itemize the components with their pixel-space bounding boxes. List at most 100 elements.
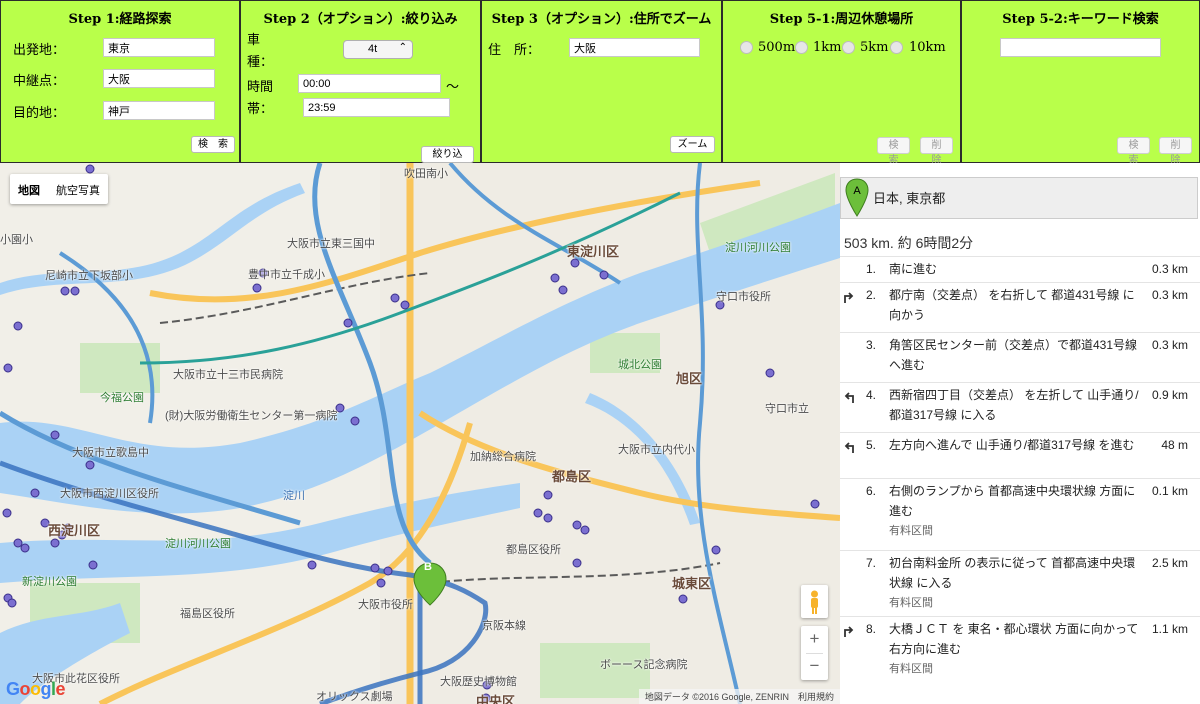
toll-note: 有料区間	[889, 663, 933, 675]
radio-10km-label: 10km	[909, 40, 946, 55]
radio-5km[interactable]	[842, 41, 855, 54]
map-label: 都島区	[552, 469, 592, 484]
address-input[interactable]	[569, 38, 700, 57]
step-number: 8.	[865, 622, 876, 636]
direction-step[interactable]: 1. 南に進む 0.3 km	[840, 256, 1200, 282]
map-label: (財)大阪労働衛生センター第一病院	[165, 410, 338, 422]
directions-start: A 日本, 東京都	[840, 177, 1198, 219]
map-label: 大阪市立内代小	[618, 444, 695, 456]
street-view-pegman-icon[interactable]	[801, 585, 828, 618]
map-label: 大阪市役所	[358, 599, 413, 611]
step-number: 5.	[865, 438, 876, 452]
step-distance: 48 m	[1161, 438, 1188, 452]
step-text-wrap: 大橋ＪＣＴ を 東名・都心環状 方面に向かって右方向に進む 有料区間	[889, 619, 1144, 679]
marker-a-letter: A	[853, 185, 861, 197]
toll-note: 有料区間	[889, 597, 933, 609]
time-from-input[interactable]	[298, 74, 441, 93]
step-text-wrap: 右側のランプから 首都高速中央環状線 方面に進む 有料区間	[889, 481, 1144, 541]
chevron-updown-icon: ⌃	[398, 42, 407, 53]
map-canvas[interactable]: 地図 航空写真 吹田南小 大阪市立東三国中 豊中市立千成小 尼崎市立下坂部小 小…	[0, 163, 840, 704]
zoom-out-button[interactable]: −	[801, 653, 828, 680]
direction-step[interactable]: 6. 右側のランプから 首都高速中央環状線 方面に進む 有料区間 0.1 km	[840, 478, 1200, 550]
map-label: 守口市役所	[716, 291, 771, 303]
direction-step[interactable]: 7. 初台南料金所 の表示に従って 首都高速中央環状線 に入る 有料区間 2.5…	[840, 550, 1200, 616]
map-label: 京阪本線	[482, 620, 526, 632]
radio-1km-label: 1km	[813, 40, 842, 55]
step-text-wrap: 初台南料金所 の表示に従って 首都高速中央環状線 に入る 有料区間	[889, 553, 1144, 613]
map-label: 東淀川区	[567, 244, 620, 259]
map-label: 新淀川公園	[22, 576, 77, 588]
time-label-2: 帯：	[247, 102, 274, 117]
direction-step[interactable]: 4. 西新宿四丁目（交差点） を左折して 山手通り/都道317号線 に入る 0.…	[840, 382, 1200, 432]
step1-title: Step 1:経路探索	[68, 12, 172, 27]
step-text: 初台南料金所 の表示に従って 首都高速中央環状線 に入る	[889, 556, 1136, 590]
origin-input[interactable]	[103, 38, 215, 57]
map-label: 大阪市立十三市民病院	[173, 369, 283, 381]
google-logo: Google	[6, 679, 66, 699]
map-label: 西淀川区	[48, 523, 101, 538]
keyword-delete-button[interactable]: 削除	[1159, 137, 1192, 166]
radio-500m[interactable]	[740, 41, 753, 54]
vehicle-label-2: 種：	[247, 55, 274, 70]
step-text: 都庁南（交差点） を右折して 都道431号線 に向かう	[889, 288, 1135, 322]
time-label-1: 時間	[247, 80, 274, 95]
time-to-input[interactable]	[303, 98, 450, 117]
map-label: 豊中市立千成小	[248, 269, 325, 281]
directions-panel: A 日本, 東京都 503 km. 約 6時間2分 1. 南に進む 0.3 km…	[840, 163, 1200, 704]
filter-button[interactable]: 絞り込む	[421, 146, 474, 175]
map-label: 中央区	[476, 694, 516, 704]
origin-label: 出発地：	[13, 43, 66, 58]
map-label: 大阪市西淀川区役所	[60, 488, 159, 500]
route-search-button[interactable]: 検 索	[191, 136, 235, 153]
map-label: ボーース記念病院	[600, 659, 688, 671]
keyword-input[interactable]	[1000, 38, 1161, 57]
map-attribution[interactable]: 地図データ ©2016 Google, ZENRIN 利用規約	[638, 689, 840, 704]
time-range-tilde: 〜	[446, 80, 460, 95]
keyword-search-button[interactable]: 検索	[1117, 137, 1150, 166]
map-label: 淀川河川公園	[725, 242, 791, 254]
radio-1km[interactable]	[795, 41, 808, 54]
step-distance: 0.3 km	[1151, 288, 1188, 302]
rest-search-button[interactable]: 検索	[877, 137, 910, 166]
map-label: 淀川	[283, 490, 305, 502]
map-label: 城北公園	[618, 359, 662, 371]
map-label: 守口市立	[765, 403, 809, 415]
map-label: 吹田南小	[404, 168, 448, 180]
vehicle-type-select[interactable]: 4t ⌃	[343, 40, 413, 59]
toll-note: 有料区間	[889, 525, 933, 537]
step1-route-search-panel: Step 1:経路探索 出発地： 中継点： 目的地： 検 索	[0, 0, 240, 163]
rest-delete-button[interactable]: 削除	[920, 137, 953, 166]
step3-address-zoom-panel: Step 3（オプション）:住所でズーム 住 所： ズーム	[481, 0, 722, 163]
step-text: 角筈区民センター前（交差点）で都道431号線へ進む	[889, 338, 1138, 372]
direction-step[interactable]: 8. 大橋ＪＣＴ を 東名・都心環状 方面に向かって右方向に進む 有料区間 1.…	[840, 616, 1200, 686]
map-label: 城東区	[672, 576, 712, 591]
step-number: 2.	[865, 288, 876, 302]
step2-filter-panel: Step 2（オプション）:絞り込み 車 種： 4t ⌃ 時間 帯： 〜 絞り込…	[240, 0, 481, 175]
zoom-button[interactable]: ズーム	[670, 136, 715, 153]
pegman-icon	[811, 590, 818, 614]
step-distance: 0.3 km	[1151, 338, 1188, 352]
map-label: 加納総合病院	[470, 451, 536, 463]
map-label: 大阪市立歌島中	[72, 447, 149, 459]
steps-toolbar: Step 1:経路探索 出発地： 中継点： 目的地： 検 索 Step 2（オプ…	[0, 0, 1200, 175]
step-distance: 2.5 km	[1151, 556, 1188, 570]
map-type-satellite-button[interactable]: 航空写真	[48, 174, 108, 204]
marker-b-label: B	[424, 561, 432, 573]
step2-title: Step 2（オプション）:絞り込み	[263, 12, 458, 27]
direction-step[interactable]: 3. 角筈区民センター前（交差点）で都道431号線へ進む 0.3 km	[840, 332, 1200, 382]
direction-step[interactable]: 5. 左方向へ進んで 山手通り/都道317号線 を進む 48 m	[840, 432, 1200, 478]
directions-steps: 1. 南に進む 0.3 km 2. 都庁南（交差点） を右折して 都道431号線…	[840, 256, 1200, 686]
start-address: 日本, 東京都	[873, 191, 946, 206]
step-distance: 0.1 km	[1151, 484, 1188, 498]
map-type-map-button[interactable]: 地図	[10, 174, 48, 204]
direction-step[interactable]: 2. 都庁南（交差点） を右折して 都道431号線 に向かう 0.3 km	[840, 282, 1200, 332]
zoom-in-button[interactable]: +	[801, 626, 828, 653]
radio-10km[interactable]	[890, 41, 903, 54]
destination-input[interactable]	[103, 101, 215, 120]
step-text: 右側のランプから 首都高速中央環状線 方面に進む	[889, 484, 1136, 518]
step-number: 4.	[865, 388, 876, 402]
step-text: 西新宿四丁目（交差点） を左折して 山手通り/都道317号線 に入る	[889, 388, 1139, 422]
map-label: 今福公園	[100, 392, 144, 404]
step-text: 南に進む	[889, 262, 938, 276]
waypoint-input[interactable]	[103, 69, 215, 88]
